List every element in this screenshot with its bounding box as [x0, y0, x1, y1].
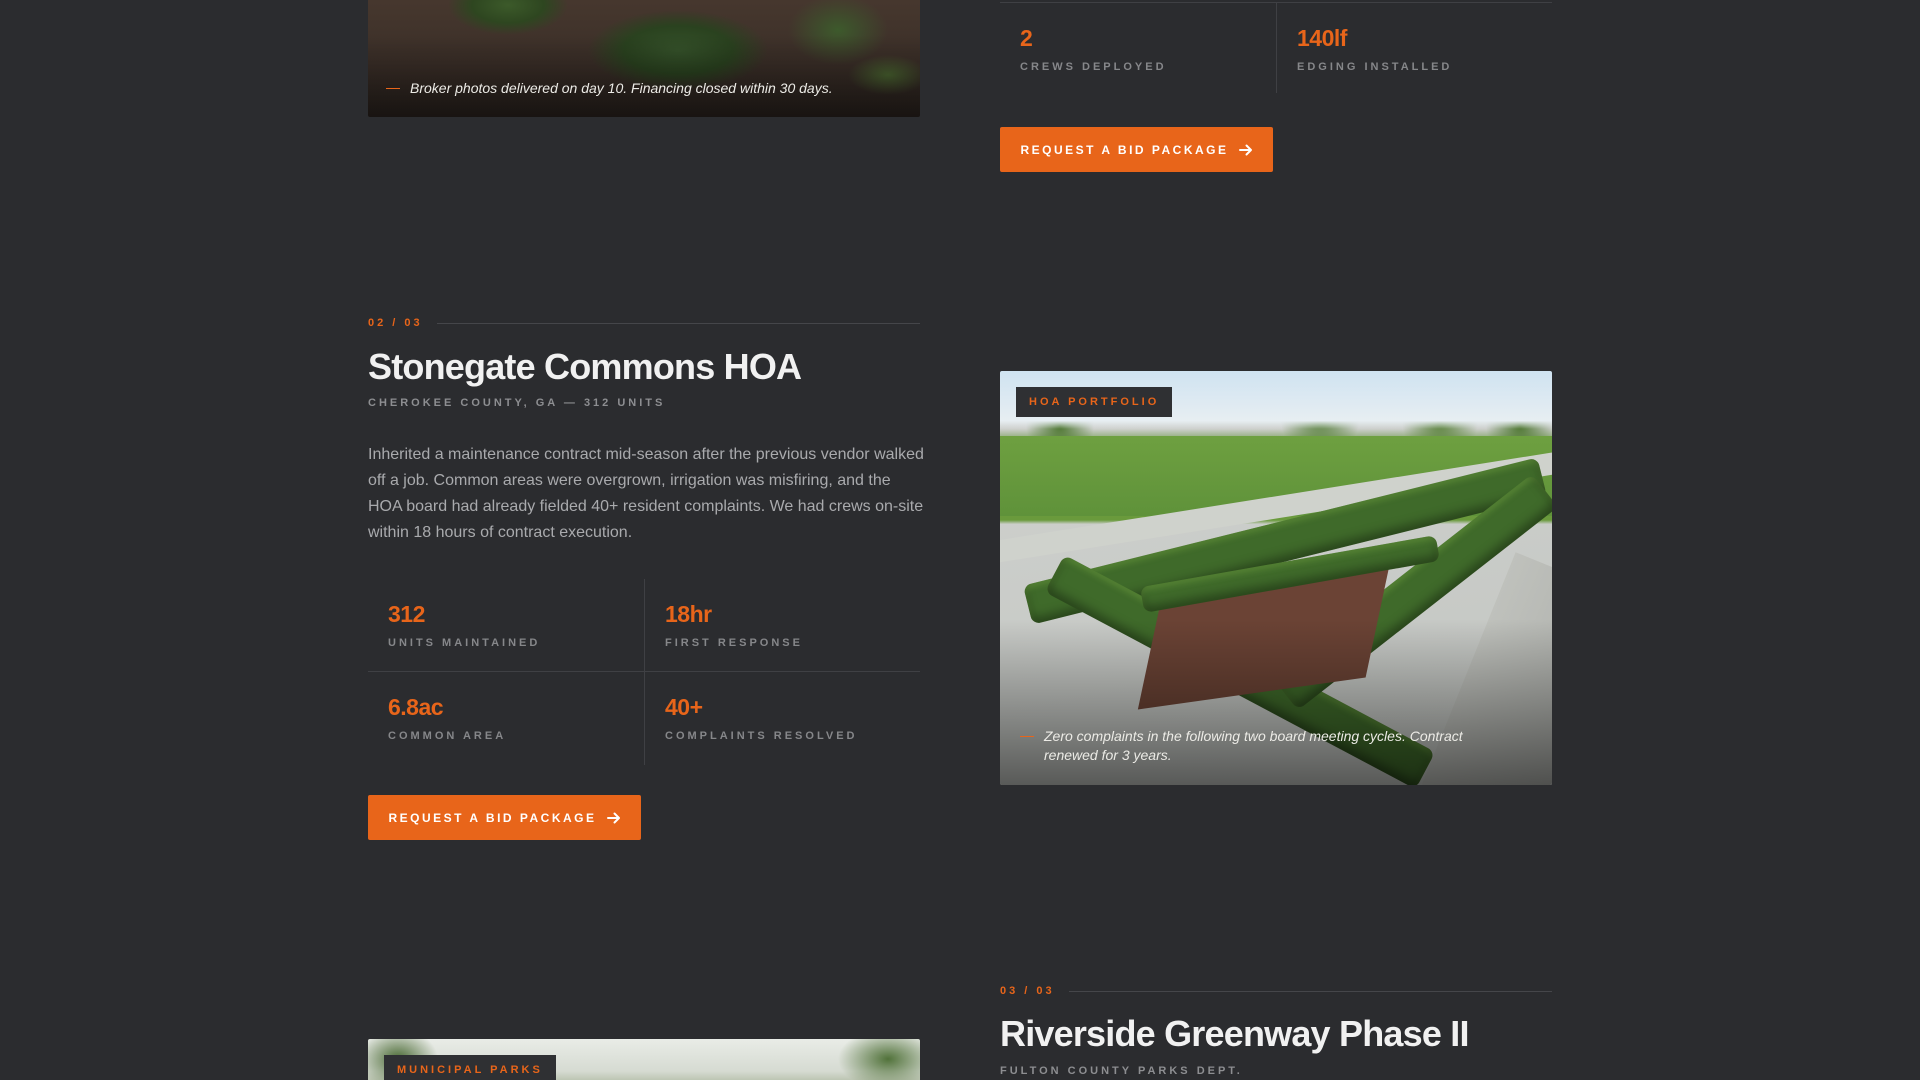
- arrow-right-icon: [606, 812, 620, 823]
- stat-label: EDGING INSTALLED: [1297, 61, 1453, 73]
- project3-photo: MUNICIPAL PARKS: [368, 1039, 920, 1080]
- portfolio-badge: MUNICIPAL PARKS: [384, 1055, 556, 1080]
- project1-stats: 2 CREWS DEPLOYED 140lf EDGING INSTALLED: [1000, 3, 1552, 93]
- counter-divider: [436, 322, 920, 324]
- stat-units-maintained: 312 UNITS MAINTAINED: [368, 579, 644, 672]
- stat-label: FIRST RESPONSE: [665, 637, 803, 649]
- project3-subtitle: FULTON COUNTY PARKS DEPT.: [1000, 1065, 1243, 1077]
- stat-value: 18hr: [665, 601, 712, 627]
- stat-label: UNITS MAINTAINED: [388, 637, 541, 649]
- request-bid-button[interactable]: REQUEST A BID PACKAGE: [368, 795, 641, 840]
- project3-title: Riverside Greenway Phase II: [1000, 1013, 1469, 1054]
- stat-first-response: 18hr FIRST RESPONSE: [644, 579, 920, 672]
- project3-counter-row: 03 / 03: [1000, 985, 1552, 997]
- request-bid-label: REQUEST A BID PACKAGE: [1020, 142, 1229, 157]
- stat-value: 40+: [665, 694, 703, 720]
- counter-divider: [1068, 990, 1552, 992]
- project2-photo: HOA PORTFOLIO Zero complaints in the fol…: [1000, 371, 1552, 785]
- project-counter: 03 / 03: [1000, 985, 1055, 997]
- arrow-right-icon: [1238, 144, 1252, 155]
- project2-subtitle: CHEROKEE COUNTY, GA — 312 UNITS: [368, 397, 666, 409]
- stat-label: COMPLAINTS RESOLVED: [665, 730, 858, 742]
- stat-crews-deployed: 2 CREWS DEPLOYED: [1000, 3, 1276, 93]
- project2-description: Inherited a maintenance contract mid-sea…: [368, 446, 924, 541]
- project2-caption-text: Zero complaints in the following two boa…: [1044, 728, 1463, 763]
- stat-complaints-resolved: 40+ COMPLAINTS RESOLVED: [644, 672, 920, 765]
- stat-value: 312: [388, 601, 425, 627]
- stat-edging-installed: 140lf EDGING INSTALLED: [1276, 3, 1552, 93]
- project2-title: Stonegate Commons HOA: [368, 346, 802, 387]
- stat-value: 6.8ac: [388, 694, 444, 720]
- request-bid-button[interactable]: REQUEST A BID PACKAGE: [1000, 127, 1273, 172]
- project1-photo: Broker photos delivered on day 10. Finan…: [368, 0, 920, 117]
- stat-value: 140lf: [1297, 25, 1347, 51]
- stat-label: CREWS DEPLOYED: [1020, 61, 1167, 73]
- caption-dash: [1020, 736, 1034, 737]
- project1-caption: Broker photos delivered on day 10. Finan…: [386, 79, 906, 98]
- request-bid-label: REQUEST A BID PACKAGE: [388, 810, 597, 825]
- portfolio-badge: HOA PORTFOLIO: [1016, 387, 1173, 417]
- stat-value: 2: [1020, 25, 1033, 51]
- project-counter: 02 / 03: [368, 317, 423, 329]
- caption-dash: [386, 88, 400, 89]
- project2-caption: Zero complaints in the following two boa…: [1020, 727, 1520, 765]
- project2-stats: 312 UNITS MAINTAINED 18hr FIRST RESPONSE…: [368, 579, 920, 765]
- project2-counter-row: 02 / 03: [368, 317, 920, 329]
- page: Broker photos delivered on day 10. Finan…: [0, 0, 1920, 1080]
- stat-common-area: 6.8ac COMMON AREA: [368, 672, 644, 765]
- project1-caption-text: Broker photos delivered on day 10. Finan…: [410, 80, 833, 96]
- stat-label: COMMON AREA: [388, 730, 507, 742]
